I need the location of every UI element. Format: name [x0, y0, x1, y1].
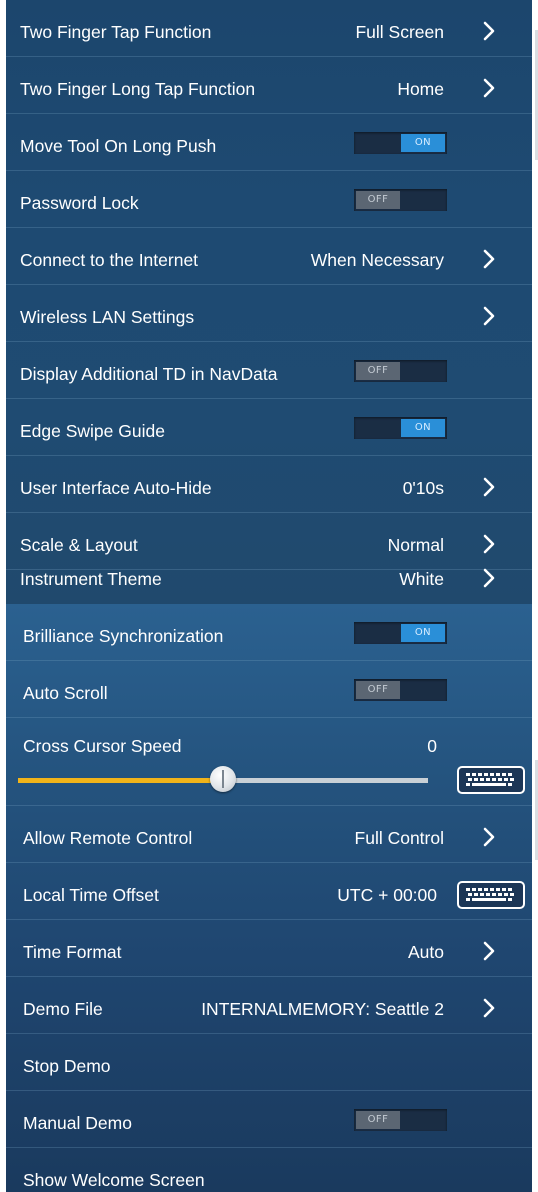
row-cross-cursor-speed: Cross Cursor Speed 0: [6, 718, 532, 806]
row-label: Connect to the Internet: [20, 250, 199, 270]
row-value: White: [399, 569, 444, 589]
row-label: Auto Scroll: [23, 683, 108, 703]
toggle-state: OFF: [356, 681, 400, 699]
row-label: Wireless LAN Settings: [20, 307, 195, 327]
chevron-right-icon[interactable]: [483, 827, 495, 847]
row-label: Move Tool On Long Push: [20, 136, 217, 156]
slider-fill: [18, 778, 223, 783]
row-label: Manual Demo: [23, 1113, 132, 1133]
chevron-right-icon[interactable]: [483, 568, 495, 588]
toggle-state: OFF: [356, 191, 400, 209]
chevron-right-icon[interactable]: [483, 78, 495, 98]
row-label: User Interface Auto-Hide: [20, 478, 212, 498]
row-label: Cross Cursor Speed: [23, 736, 182, 756]
row-label: Password Lock: [20, 193, 139, 213]
toggle-switch[interactable]: OFF: [354, 189, 447, 211]
toggle-state: OFF: [356, 1111, 400, 1129]
chevron-right-icon[interactable]: [483, 477, 495, 497]
toggle-switch[interactable]: ON: [354, 417, 447, 439]
row-manual-demo: Manual Demo OFF: [6, 1091, 532, 1148]
settings-group-display: Brilliance Synchronization ON Auto Scrol…: [6, 604, 532, 1192]
row-instrument-theme[interactable]: Instrument Theme White: [6, 547, 532, 604]
row-wireless-lan-settings[interactable]: Wireless LAN Settings: [6, 285, 532, 342]
row-value: Full Control: [354, 828, 444, 848]
row-connect-internet[interactable]: Connect to the Internet When Necessary: [6, 228, 532, 285]
row-value: When Necessary: [310, 250, 444, 270]
toggle-switch[interactable]: ON: [354, 622, 447, 644]
row-auto-scroll: Auto Scroll OFF: [6, 661, 532, 718]
toggle-switch[interactable]: OFF: [354, 360, 447, 382]
settings-panel: Two Finger Tap Function Full Screen Two …: [0, 0, 538, 1192]
row-label: Brilliance Synchronization: [23, 626, 224, 646]
row-value: UTC + 00:00: [337, 885, 437, 905]
row-value: Full Screen: [355, 22, 444, 42]
keyboard-icon: [466, 773, 514, 786]
row-two-finger-tap[interactable]: Two Finger Tap Function Full Screen: [6, 0, 532, 57]
row-stop-demo[interactable]: Stop Demo: [6, 1034, 532, 1091]
row-value: Auto: [408, 942, 444, 962]
keyboard-button[interactable]: [457, 766, 525, 794]
show-welcome-screen-button[interactable]: Show Welcome Screen: [23, 1148, 205, 1192]
row-brilliance-sync: Brilliance Synchronization ON: [6, 604, 532, 661]
row-edge-swipe-guide: Edge Swipe Guide ON: [6, 399, 532, 456]
row-move-tool-on-long-push: Move Tool On Long Push ON: [6, 114, 532, 171]
row-label: Time Format: [23, 942, 122, 962]
stop-demo-button[interactable]: Stop Demo: [23, 1034, 111, 1090]
toggle-state: ON: [401, 134, 445, 152]
row-allow-remote-control[interactable]: Allow Remote Control Full Control: [6, 806, 532, 863]
row-ui-auto-hide[interactable]: User Interface Auto-Hide 0'10s: [6, 456, 532, 513]
chevron-right-icon[interactable]: [483, 306, 495, 326]
row-label: Instrument Theme: [20, 569, 162, 589]
chevron-right-icon[interactable]: [483, 941, 495, 961]
row-time-format[interactable]: Time Format Auto: [6, 920, 532, 977]
row-label: Two Finger Tap Function: [20, 22, 212, 42]
slider-thumb[interactable]: [210, 766, 236, 792]
row-label: Demo File: [23, 999, 103, 1019]
row-label: Edge Swipe Guide: [20, 421, 165, 441]
chevron-right-icon[interactable]: [483, 998, 495, 1018]
row-label: Display Additional TD in NavData: [20, 364, 278, 384]
toggle-switch[interactable]: OFF: [354, 1109, 447, 1131]
chevron-right-icon[interactable]: [483, 249, 495, 269]
row-value: Home: [397, 79, 444, 99]
toggle-switch[interactable]: OFF: [354, 679, 447, 701]
row-label: Local Time Offset: [23, 885, 159, 905]
row-demo-file[interactable]: Demo File INTERNALMEMORY: Seattle 2: [6, 977, 532, 1034]
toggle-switch[interactable]: ON: [354, 132, 447, 154]
row-password-lock: Password Lock OFF: [6, 171, 532, 228]
slider-value: 0: [427, 736, 437, 756]
row-value: 0'10s: [402, 478, 444, 498]
row-two-finger-long-tap[interactable]: Two Finger Long Tap Function Home: [6, 57, 532, 114]
row-label: Allow Remote Control: [23, 828, 193, 848]
keyboard-button[interactable]: [457, 881, 525, 909]
chevron-right-icon[interactable]: [483, 21, 495, 41]
row-local-time-offset: Local Time Offset UTC + 00:00: [6, 863, 532, 920]
toggle-state: ON: [401, 419, 445, 437]
row-value: INTERNALMEMORY: Seattle 2: [201, 999, 444, 1019]
row-label: Two Finger Long Tap Function: [20, 79, 256, 99]
toggle-state: ON: [401, 624, 445, 642]
keyboard-icon: [466, 888, 514, 901]
toggle-state: OFF: [356, 362, 400, 380]
settings-group-general: Two Finger Tap Function Full Screen Two …: [6, 0, 532, 604]
row-show-welcome-screen[interactable]: Show Welcome Screen: [6, 1148, 532, 1192]
row-display-additional-td: Display Additional TD in NavData OFF: [6, 342, 532, 399]
